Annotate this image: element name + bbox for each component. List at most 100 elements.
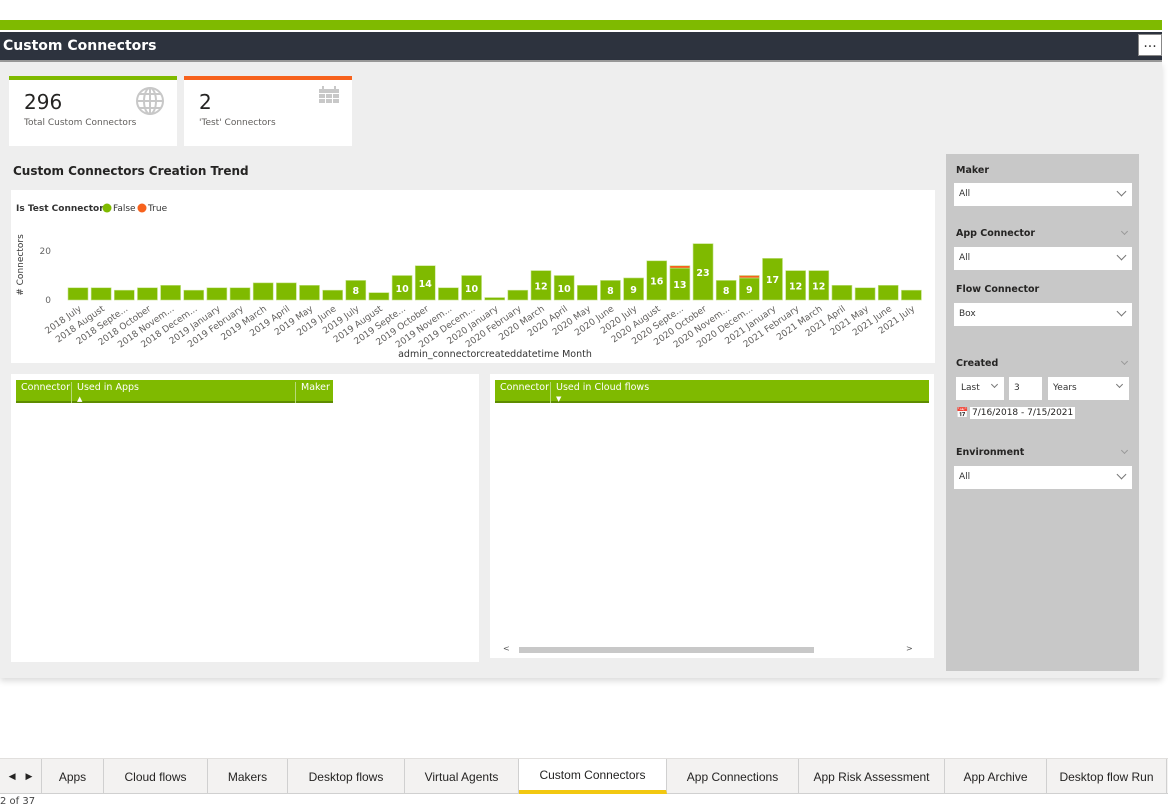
column-header-maker[interactable]: Maker (296, 382, 333, 403)
tab-app-archive[interactable]: App Archive (945, 759, 1047, 794)
y-tick-label: 20 (40, 247, 52, 257)
y-axis-label: # Connectors (16, 234, 26, 296)
chart-svg: Is Test Connector False True # Connector… (16, 203, 922, 360)
calendar-icon: 📅 (956, 408, 969, 419)
kpi-card-test: 2 'Test' Connectors (184, 76, 352, 146)
y-tick-label: 0 (45, 296, 51, 306)
data-label: 8 (723, 286, 730, 297)
kpi-value: 296 (24, 90, 63, 114)
chart-title: Custom Connectors Creation Trend (13, 164, 249, 178)
flow-connector-slicer-title: Flow Connector (956, 284, 1040, 295)
flow-connector-dropdown[interactable]: Box (954, 303, 1132, 326)
data-label: 8 (607, 286, 614, 297)
kpi-value: 2 (199, 90, 212, 114)
page-status: 2 of 37 (0, 796, 36, 807)
bar-false[interactable] (299, 285, 320, 301)
bar-true[interactable] (739, 275, 760, 279)
scroll-right-icon[interactable]: > (906, 644, 913, 653)
chevron-down-icon[interactable] (1120, 227, 1129, 236)
kpi-label: Total Custom Connectors (24, 118, 137, 128)
bar-false[interactable] (160, 285, 181, 301)
accent-bar (0, 20, 1162, 30)
page-title: Custom Connectors (3, 38, 157, 54)
data-label: 10 (558, 284, 572, 295)
app-connector-slicer-title: App Connector (956, 228, 1036, 239)
dropdown-value: All (959, 253, 971, 263)
bar-false[interactable] (183, 289, 205, 301)
scrollbar-thumb[interactable] (519, 647, 814, 653)
filter-pane: Maker All App Connector All Flow Connect… (946, 154, 1139, 671)
data-label: 12 (534, 281, 547, 292)
tab-custom-connectors[interactable]: Custom Connectors (519, 759, 667, 794)
bar-false[interactable] (252, 282, 274, 301)
data-label: 17 (766, 275, 779, 286)
data-label: 16 (650, 276, 664, 287)
column-header-used-in-apps[interactable]: Used in Apps ▲ (72, 382, 296, 403)
bar-false[interactable] (854, 287, 876, 301)
bar-false[interactable] (831, 285, 853, 301)
data-label: 23 (696, 268, 709, 279)
column-header-connector[interactable]: Connector (495, 382, 551, 403)
scroll-left-icon[interactable]: < (503, 644, 510, 653)
previous-page-icon[interactable]: ◀ (9, 771, 16, 782)
legend-label-true[interactable]: True (147, 204, 168, 214)
next-page-icon[interactable]: ▶ (26, 771, 33, 782)
tab-apps[interactable]: Apps (42, 759, 104, 794)
data-label: 10 (465, 284, 479, 295)
bar-true[interactable] (669, 265, 691, 269)
chevron-down-icon (1116, 306, 1127, 317)
chevron-down-icon[interactable] (1120, 357, 1129, 366)
maker-dropdown[interactable]: All (954, 183, 1132, 206)
bar-false[interactable] (276, 282, 297, 301)
bar-false[interactable] (484, 297, 506, 301)
dropdown-value: Last (961, 383, 980, 393)
created-mode-dropdown[interactable]: Last (956, 377, 1004, 400)
legend-marker-true (137, 203, 147, 213)
tab-desktop-flows[interactable]: Desktop flows (288, 759, 405, 794)
data-label: 8 (352, 286, 359, 297)
tab-app-connections[interactable]: App Connections (667, 759, 799, 794)
bar-false[interactable] (322, 289, 343, 301)
bar-false[interactable] (90, 287, 112, 301)
dropdown-value: Years (1053, 383, 1077, 393)
chevron-down-icon (990, 380, 999, 389)
created-unit-dropdown[interactable]: Years (1048, 377, 1129, 400)
bar-false[interactable] (67, 287, 89, 301)
more-options-button[interactable]: ... (1138, 34, 1162, 56)
globe-icon (136, 87, 164, 115)
dropdown-value: Box (959, 309, 976, 319)
chevron-down-icon (1116, 469, 1127, 480)
bar-false[interactable] (114, 289, 135, 301)
bar-false[interactable] (206, 287, 228, 301)
legend-label-false[interactable]: False (113, 204, 136, 214)
bar-false[interactable] (877, 285, 899, 301)
page-tabs: ◀ ▶ Apps Cloud flows Makers Desktop flows Vir… (0, 758, 1168, 794)
column-header-used-in-cloud-flows[interactable]: Used in Cloud flows ▼ (551, 382, 751, 403)
horizontal-scrollbar[interactable]: < > (498, 644, 918, 654)
x-axis-label: admin_connectorcreateddatetime Month (398, 349, 592, 360)
bar-false[interactable] (137, 287, 158, 301)
tab-desktop-flow-run[interactable]: Desktop flow Run (1047, 759, 1167, 794)
maker-slicer-title: Maker (956, 165, 990, 176)
bar-false[interactable] (229, 287, 251, 301)
created-count-input[interactable]: 3 (1009, 377, 1042, 400)
bar-false[interactable] (368, 292, 390, 301)
kpi-label: 'Test' Connectors (199, 118, 276, 128)
bar-false[interactable] (507, 289, 529, 301)
bar-false[interactable] (576, 285, 598, 301)
table-header: Connector Used in Apps ▲ Maker (16, 380, 333, 403)
tab-virtual-agents[interactable]: Virtual Agents (405, 759, 519, 794)
card-accent (9, 76, 177, 80)
app-connector-dropdown[interactable]: All (954, 247, 1132, 270)
chevron-down-icon[interactable] (1120, 446, 1129, 455)
column-header-connector[interactable]: Connector (16, 382, 72, 403)
tab-app-risk-assessment[interactable]: App Risk Assessment (799, 759, 945, 794)
environment-dropdown[interactable]: All (954, 466, 1132, 489)
bar-false[interactable] (901, 289, 922, 301)
apps-table: Connector Used in Apps ▲ Maker (11, 374, 479, 662)
tab-cloud-flows[interactable]: Cloud flows (104, 759, 208, 794)
legend-title: Is Test Connector (16, 204, 104, 214)
chevron-down-icon (1116, 186, 1127, 197)
bar-false[interactable] (438, 287, 459, 301)
tab-makers[interactable]: Makers (208, 759, 288, 794)
